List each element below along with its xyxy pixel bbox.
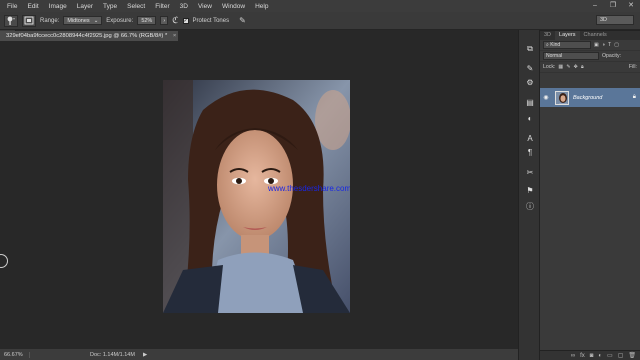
exposure-slider-toggle[interactable]: › <box>160 16 169 25</box>
tool-preset-picker[interactable] <box>4 14 18 27</box>
lock-move-icon[interactable]: ✥ <box>574 64 578 70</box>
lock-icon: 🔒︎ <box>632 94 636 100</box>
menu-type[interactable]: Type <box>98 3 122 10</box>
clone-source-icon[interactable]: ⚙ <box>524 78 536 88</box>
filter-row: ⌕ Kind ▣ ◑ T ▢ <box>540 40 640 51</box>
lock-pixels-icon[interactable]: ▦ <box>558 64 563 70</box>
lock-paint-icon[interactable]: ✎ <box>566 64 570 70</box>
layer-row-background[interactable]: ◉ Background 🔒︎ <box>540 88 640 107</box>
workspace-select[interactable]: 3D <box>596 15 634 25</box>
layer-thumbnail <box>555 90 569 105</box>
layers-panel: 3D Layers Channels ⌕ Kind ▣ ◑ T ▢ Normal… <box>540 30 640 360</box>
menu-edit[interactable]: Edit <box>22 3 43 10</box>
blend-mode-select[interactable]: Normal <box>543 52 599 60</box>
paragraph-icon[interactable]: ¶ <box>524 148 536 158</box>
zoom-level[interactable]: 66.67% <box>0 351 30 358</box>
menu-layer[interactable]: Layer <box>72 3 98 10</box>
chevron-down-icon: ⌄ <box>93 17 99 24</box>
lock-all-icon[interactable]: 🔒︎ <box>581 64 584 71</box>
status-bar: 66.67% Doc: 1.14M/1.14M ▶ <box>0 349 518 360</box>
document-title: 329ef04ba9fccecc0c2808944c4f2925.jpg @ 6… <box>6 33 168 39</box>
menu-select[interactable]: Select <box>122 3 150 10</box>
filter-shape-icon[interactable]: ▢ <box>614 42 619 48</box>
menu-view[interactable]: View <box>193 3 217 10</box>
brush-preset-picker[interactable] <box>22 14 36 27</box>
sponge-dodge-icon <box>7 16 15 25</box>
filter-pixel-icon[interactable]: ▣ <box>594 42 599 48</box>
filter-type-icon[interactable]: T <box>608 42 611 48</box>
tools-preset-icon[interactable]: ✂ <box>524 168 536 178</box>
close-document-icon[interactable]: × <box>173 33 176 39</box>
opacity-label: Opacity: <box>602 53 622 59</box>
search-icon: ⌕ <box>546 42 549 48</box>
menu-bar: File Edit Image Layer Type Select Filter… <box>0 0 640 12</box>
layers-footer: ∞ fx ◙ ◐ ▭ ▢ 🗑︎ <box>540 350 640 360</box>
watermark-text: www.thesdershare.com <box>268 184 350 193</box>
pressure-icon[interactable]: ✎ <box>239 16 246 25</box>
character-icon[interactable]: A <box>524 134 536 144</box>
menu-3d[interactable]: 3D <box>175 3 193 10</box>
panel-tabs: 3D Layers Channels <box>540 30 640 40</box>
menu-filter[interactable]: Filter <box>150 3 174 10</box>
tab-3d[interactable]: 3D <box>540 31 555 40</box>
chevron-right-icon: › <box>163 17 166 24</box>
group-icon[interactable]: ▭ <box>607 352 613 359</box>
close-button[interactable]: ✕ <box>622 0 640 12</box>
tab-layers[interactable]: Layers <box>555 31 580 40</box>
info-icon[interactable]: ⓘ <box>524 202 536 212</box>
document-image[interactable]: www.thesdershare.com <box>163 80 350 313</box>
menu-window[interactable]: Window <box>217 3 250 10</box>
exposure-value: 52% <box>141 17 153 24</box>
kind-label: Kind <box>550 42 561 48</box>
portrait-photo <box>163 80 350 313</box>
panel-icon-strip: ⧉ ✎ ⚙ ▤ ◐ A ¶ ✂ ⚑ ⓘ <box>518 30 540 360</box>
adjustment-layer-icon[interactable]: ◐ <box>598 353 602 359</box>
protect-tones-label: Protect Tones <box>192 17 230 24</box>
brush-icon[interactable]: ✎ <box>524 64 536 74</box>
layer-name: Background <box>573 94 603 101</box>
restore-button[interactable]: ❐ <box>604 0 622 12</box>
mask-icon[interactable]: ◙ <box>590 353 594 359</box>
brush-cursor <box>0 254 8 268</box>
blend-row: Normal Opacity: <box>540 51 640 62</box>
minimize-button[interactable]: – <box>586 0 604 12</box>
lock-label: Lock: <box>543 64 556 70</box>
workspace-value: 3D <box>600 17 608 23</box>
adjustments-icon[interactable]: ◐ <box>524 114 536 124</box>
properties-icon[interactable]: ▤ <box>524 98 536 108</box>
menu-file[interactable]: File <box>2 3 22 10</box>
swatches-icon[interactable]: ⚑ <box>524 186 536 196</box>
new-layer-icon[interactable]: ▢ <box>618 352 624 359</box>
protect-tones-checkbox[interactable]: ✓ <box>182 17 189 24</box>
exposure-field[interactable]: 52% <box>137 16 157 25</box>
range-value: Midtones <box>67 17 90 24</box>
kind-filter-select[interactable]: ⌕ Kind <box>543 41 591 49</box>
range-select[interactable]: Midtones ⌄ <box>63 16 103 25</box>
fx-icon[interactable]: fx <box>580 353 585 359</box>
link-layers-icon[interactable]: ∞ <box>571 353 575 359</box>
status-menu-arrow-icon[interactable]: ▶ <box>143 352 147 358</box>
window-controls: – ❐ ✕ <box>586 0 640 12</box>
exposure-label: Exposure: <box>106 17 134 24</box>
menu-help[interactable]: Help <box>250 3 273 10</box>
airbrush-icon[interactable]: ℭ <box>172 15 178 26</box>
history-icon[interactable]: ⧉ <box>524 44 536 54</box>
options-bar: Range: Midtones ⌄ Exposure: 52% › ℭ ✓ Pr… <box>0 12 640 30</box>
lock-row: Lock: ▦ ✎ ✥ 🔒︎ Fill: <box>540 62 640 73</box>
menu-image[interactable]: Image <box>44 3 72 10</box>
eye-icon[interactable]: ◉ <box>540 94 552 101</box>
range-label: Range: <box>40 17 60 24</box>
trash-icon[interactable]: 🗑︎ <box>628 352 636 359</box>
blend-mode-value: Normal <box>546 53 563 59</box>
fill-label: Fill: <box>628 64 637 70</box>
filter-adjust-icon[interactable]: ◑ <box>602 42 605 48</box>
document-tab[interactable]: 329ef04ba9fccecc0c2808944c4f2925.jpg @ 6… <box>0 31 178 41</box>
doc-size: Doc: 1.14M/1.14M <box>90 351 135 358</box>
brush-panel-icon <box>24 16 34 25</box>
tab-channels[interactable]: Channels <box>580 31 611 40</box>
